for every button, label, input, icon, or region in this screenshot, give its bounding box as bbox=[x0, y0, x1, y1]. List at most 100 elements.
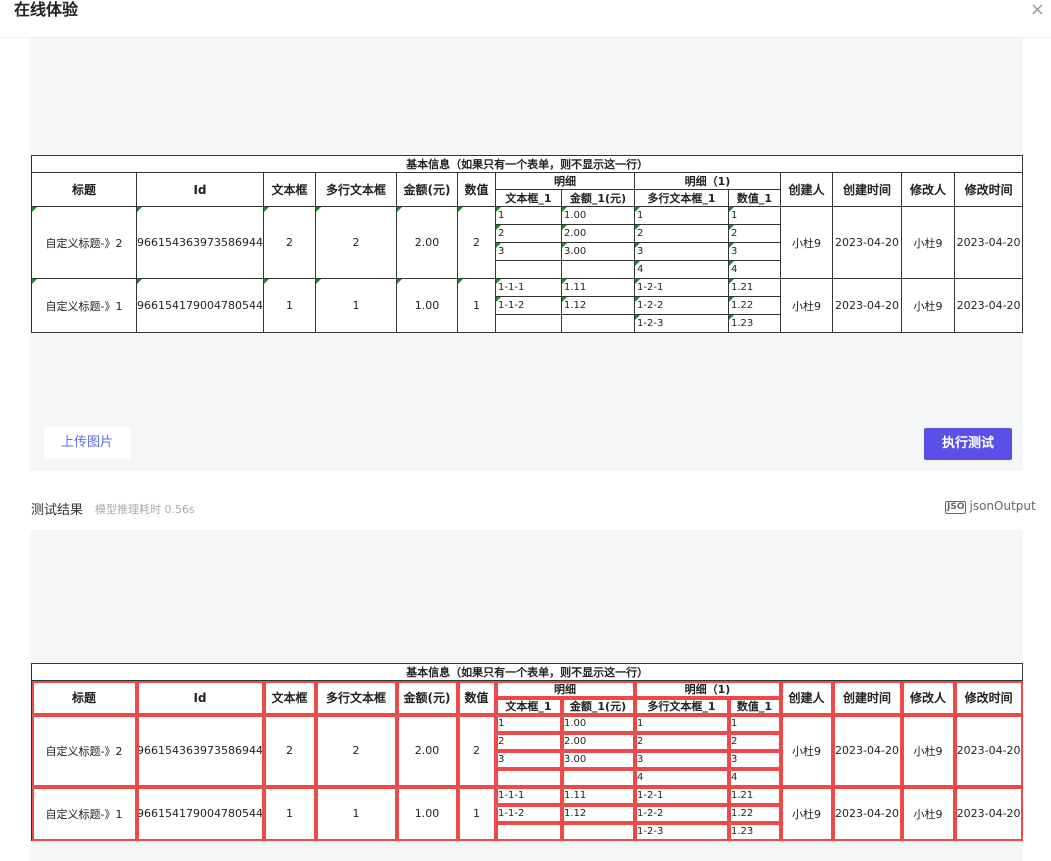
cell-text: 多行文本框 bbox=[325, 691, 386, 705]
cell-multiline1: 1-2-3 bbox=[634, 822, 729, 841]
cell-text: 1-2-1 bbox=[637, 790, 664, 801]
cell-text: 966154363973586944 bbox=[137, 744, 263, 757]
cell-title: 自定义标题-》1 bbox=[31, 786, 137, 841]
table-caption: 基本信息（如果只有一个表单，则不显示这一行） bbox=[30, 663, 1024, 681]
cell-multiline1: 3 bbox=[634, 242, 729, 261]
cell-text: 2023-04-20 bbox=[835, 744, 899, 757]
cell-text: 标题 bbox=[71, 691, 96, 705]
cell-text: Id bbox=[193, 690, 207, 705]
cell-marker bbox=[137, 787, 140, 790]
cell-modified: 2023-04-20 bbox=[953, 278, 1024, 333]
cell-text: 3 bbox=[731, 754, 738, 765]
cell-marker bbox=[562, 243, 567, 248]
cell-marker bbox=[32, 715, 35, 718]
cell-text: 1.12 bbox=[564, 300, 587, 311]
upload-image-button[interactable]: 上传图片 bbox=[44, 427, 130, 459]
cell-amount1 bbox=[561, 314, 635, 333]
cell-text: 1 bbox=[352, 807, 360, 820]
cell-marker bbox=[635, 751, 638, 754]
cell-marker bbox=[635, 733, 638, 736]
cell-text: 1-1-2 bbox=[498, 300, 525, 311]
cell-marker bbox=[635, 805, 638, 808]
cell-text: 1.00 bbox=[414, 807, 440, 820]
cell-text: 创建时间 bbox=[842, 183, 891, 197]
header-modifier: 修改人 bbox=[901, 172, 955, 207]
cell-marker bbox=[496, 733, 499, 736]
cell-modified: 2023-04-20 bbox=[953, 786, 1024, 841]
cell-multiline1: 1-2-1 bbox=[634, 278, 729, 297]
cell-number1: 1.21 bbox=[728, 278, 781, 297]
subheader-number1: 数值_1 bbox=[728, 189, 781, 207]
close-icon[interactable]: × bbox=[1030, 1, 1045, 19]
cell-text: 小杜9 bbox=[913, 299, 943, 313]
cell-marker bbox=[562, 207, 567, 212]
cell-amount: 1.00 bbox=[396, 786, 458, 841]
cell-marker bbox=[496, 243, 501, 248]
cell-text: 明细 bbox=[554, 175, 576, 188]
cell-text: 金额(元) bbox=[403, 183, 451, 197]
cell-number1: 4 bbox=[728, 260, 781, 279]
cell-text: 4 bbox=[637, 772, 644, 783]
cell-text: 1.12 bbox=[564, 808, 587, 819]
cell-text: 1-1-1 bbox=[498, 790, 525, 801]
dialog-header: 在线体验 × bbox=[0, 0, 1051, 38]
cell-creator: 小杜9 bbox=[780, 714, 833, 787]
run-test-button[interactable]: 执行测试 bbox=[924, 428, 1012, 460]
cell-multiline1: 2 bbox=[634, 224, 729, 243]
cell-text: 2023-04-20 bbox=[835, 807, 899, 820]
cell-marker bbox=[635, 297, 640, 302]
cell-marker bbox=[496, 297, 501, 302]
cell-id: 966154363973586944 bbox=[136, 714, 264, 787]
json-output-button[interactable]: JSO jsonOutput bbox=[945, 499, 1036, 514]
cell-text1: 3 bbox=[495, 750, 562, 769]
cell-text: Id bbox=[193, 182, 207, 197]
cell-amount1: 1.00 bbox=[561, 714, 635, 733]
cell-text: 1.00 bbox=[564, 210, 587, 221]
cell-text: 1-2-2 bbox=[637, 808, 664, 819]
cell-text: 1 bbox=[498, 718, 505, 729]
cell-textbox: 1 bbox=[263, 278, 316, 333]
cell-marker bbox=[729, 225, 734, 230]
cell-text: 1 bbox=[473, 299, 480, 312]
cell-text: 1.22 bbox=[731, 808, 754, 819]
cell-text: 1.21 bbox=[731, 790, 754, 801]
cell-marker bbox=[729, 787, 732, 790]
cell-marker bbox=[496, 787, 499, 790]
inference-time: 模型推理耗时 0.56s bbox=[95, 503, 195, 516]
cell-text: 金额(元) bbox=[403, 691, 451, 705]
cell-text: 1-1-2 bbox=[498, 808, 525, 819]
cell-text: 2 bbox=[286, 236, 293, 249]
cell-text: 基本信息（如果只有一个表单，则不显示这一行） bbox=[406, 666, 649, 679]
cell-multiline1: 4 bbox=[634, 768, 729, 787]
cell-marker bbox=[32, 207, 37, 212]
cell-marker bbox=[264, 207, 269, 212]
cell-marker bbox=[458, 207, 463, 212]
cell-text: 修改时间 bbox=[964, 691, 1013, 705]
cell-text: 多行文本框 bbox=[325, 183, 386, 197]
cell-text1: 1-1-2 bbox=[495, 296, 562, 315]
header-title: 标题 bbox=[31, 680, 137, 715]
cell-marker bbox=[496, 207, 501, 212]
cell-marker bbox=[635, 787, 638, 790]
cell-text: 2.00 bbox=[414, 744, 440, 757]
cell-marker bbox=[562, 715, 565, 718]
cell-marker bbox=[562, 805, 565, 808]
cell-marker bbox=[562, 279, 567, 284]
cell-marker bbox=[32, 787, 35, 790]
cell-marker bbox=[562, 787, 565, 790]
cell-marker bbox=[729, 769, 732, 772]
cell-text: 2.00 bbox=[414, 236, 440, 249]
cell-text1: 1-1-1 bbox=[495, 278, 562, 297]
cell-marker bbox=[32, 279, 37, 284]
header-id: Id bbox=[136, 680, 264, 715]
cell-text: 2 bbox=[286, 744, 293, 757]
cell-text: 数值 bbox=[464, 183, 489, 197]
cell-modifier: 小杜9 bbox=[901, 278, 955, 333]
cell-multiline1: 1-2-1 bbox=[634, 786, 729, 805]
cell-number1: 2 bbox=[728, 732, 781, 751]
cell-text: 文本框 bbox=[271, 183, 308, 197]
cell-number1: 1 bbox=[728, 206, 781, 225]
cell-marker bbox=[496, 805, 499, 808]
cell-text: 1 bbox=[473, 807, 480, 820]
cell-amount1: 1.11 bbox=[561, 278, 635, 297]
